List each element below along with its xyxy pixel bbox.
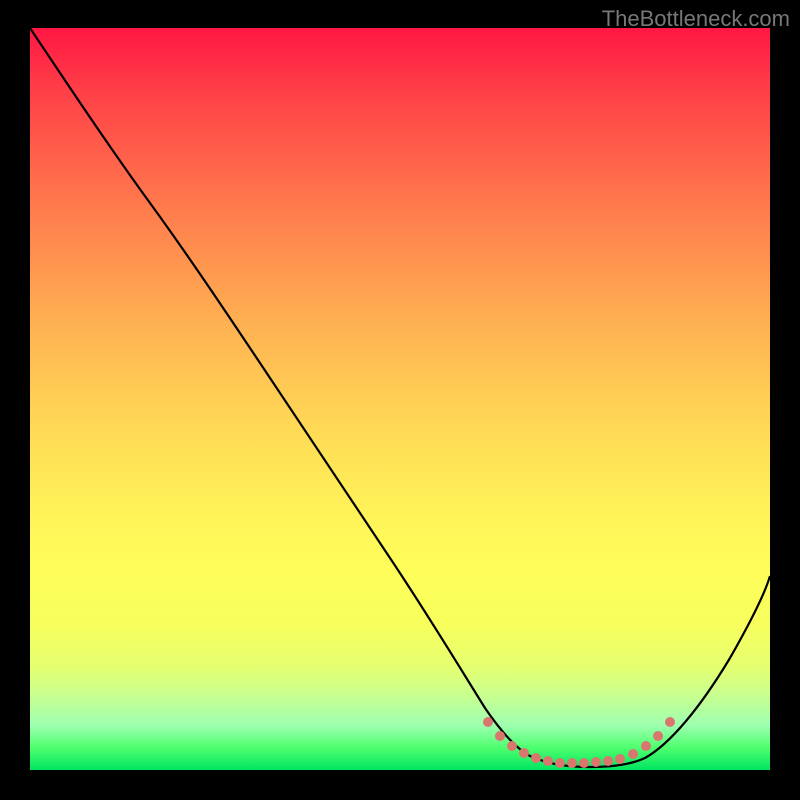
plot-area xyxy=(30,28,770,770)
highlight-dots xyxy=(483,717,675,768)
chart-svg xyxy=(30,28,770,770)
chart-container: TheBottleneck.com xyxy=(0,0,800,800)
main-curve xyxy=(30,28,770,767)
watermark-text: TheBottleneck.com xyxy=(602,6,790,32)
